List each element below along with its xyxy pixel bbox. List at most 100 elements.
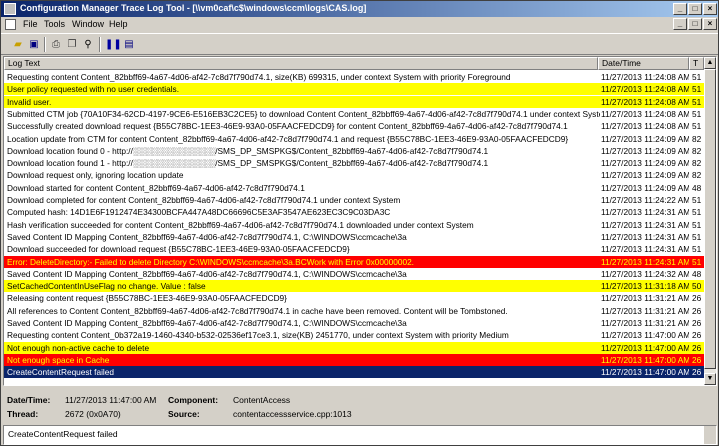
thread-cell: 51	[692, 72, 702, 82]
mdi-minimize-button[interactable]: _	[673, 18, 687, 30]
log-row[interactable]: Requesting content Content_0b372a19-1460…	[4, 329, 704, 341]
column-header-log-text[interactable]: Log Text	[4, 57, 598, 70]
scroll-up-icon[interactable]: ▲	[704, 57, 716, 69]
datetime-cell: 11/27/2013 11:24:08 AM	[601, 108, 689, 119]
log-text-cell: Successfully created download request {B…	[7, 121, 568, 132]
print-icon[interactable]: ⎙	[49, 38, 63, 51]
main-window: Configuration Manager Trace Log Tool - […	[0, 0, 719, 446]
log-row[interactable]: All references to Content Content_82bbff…	[4, 305, 704, 317]
log-text-cell: Requesting content Content_82bbff69-4a67…	[7, 72, 511, 82]
thread-cell: 48	[692, 182, 702, 193]
menu-window[interactable]: Window	[72, 19, 104, 29]
log-text-cell: CreateContentRequest failed	[7, 367, 115, 378]
scroll-thumb[interactable]	[704, 69, 716, 369]
datetime-cell: 11/27/2013 11:31:21 AM	[601, 305, 689, 316]
pause-icon[interactable]: ❚❚	[105, 38, 122, 51]
log-list[interactable]: Log Text Date/Time T Requesting content …	[3, 56, 717, 386]
column-header-thread[interactable]: T	[689, 57, 704, 70]
datetime-cell: 11/27/2013 11:47:00 AM	[601, 330, 689, 341]
log-row[interactable]: SetCachedContentInUseFlag no change. Val…	[4, 280, 704, 293]
log-row[interactable]: Saved Content ID Mapping Content_82bbff6…	[4, 317, 704, 329]
log-row[interactable]: Download location found 0 - http://░░░░░…	[4, 145, 704, 157]
log-row[interactable]: Hash verification succeeded for content …	[4, 219, 704, 231]
log-row[interactable]: Location update from CTM for content Con…	[4, 133, 704, 145]
log-text-cell: Download succeeded for download request …	[7, 244, 350, 255]
log-row[interactable]: CreateContentRequest failed 11/27/2013 11…	[4, 366, 704, 379]
menu-help[interactable]: Help	[109, 19, 128, 29]
find-icon[interactable]: ⚲	[81, 38, 95, 51]
log-row[interactable]: Download request only, ignoring location…	[4, 169, 704, 181]
thread-cell: 26	[692, 342, 702, 353]
log-text-cell: All references to Content Content_82bbff…	[7, 305, 508, 316]
datetime-cell: 11/27/2013 11:24:09 AM	[601, 133, 689, 144]
log-row[interactable]: Requesting content Content_82bbff69-4a67…	[4, 71, 704, 83]
thread-cell: 51	[692, 108, 702, 119]
log-row[interactable]: Computed hash: 14D1E6F1912474E34300BCFA4…	[4, 206, 704, 218]
message-text: CreateContentRequest failed	[8, 429, 118, 439]
log-row[interactable]: Saved Content ID Mapping Content_82bbff6…	[4, 231, 704, 243]
close-button[interactable]: ×	[703, 3, 717, 15]
scroll-down-icon[interactable]: ▼	[704, 373, 716, 385]
datetime-cell: 11/27/2013 11:47:00 AM	[601, 354, 689, 365]
datetime-cell: 11/27/2013 11:47:00 AM	[601, 367, 689, 378]
component-value: ContentAccess	[233, 395, 291, 405]
menu-file[interactable]: File	[23, 19, 38, 29]
document-icon[interactable]	[5, 19, 16, 30]
log-text-cell: Computed hash: 14D1E6F1912474E34300BCFA4…	[7, 207, 391, 218]
datetime-cell: 11/27/2013 11:24:31 AM	[601, 207, 689, 218]
datetime-cell: 11/27/2013 11:24:09 AM	[601, 145, 689, 156]
details-panel: Date/Time: 11/27/2013 11:47:00 AM Compon…	[3, 389, 717, 423]
thread-cell: 26	[692, 367, 702, 378]
thread-cell: 51	[692, 244, 702, 255]
log-row[interactable]: Invalid user. 11/27/2013 11:24:08 AM 51	[4, 95, 704, 108]
log-text-cell: Saved Content ID Mapping Content_82bbff6…	[7, 231, 407, 242]
menu-tools[interactable]: Tools	[44, 19, 65, 29]
log-row[interactable]: Releasing content request {B55C78BC-1EE3…	[4, 292, 704, 304]
vertical-scrollbar[interactable]: ▲ ▼	[704, 57, 716, 385]
datetime-cell: 11/27/2013 11:24:09 AM	[601, 158, 689, 169]
open-icon[interactable]: ▰	[11, 38, 25, 51]
log-text-cell: Hash verification succeeded for content …	[7, 219, 474, 230]
datetime-cell: 11/27/2013 11:24:08 AM	[601, 96, 689, 107]
datetime-cell: 11/27/2013 11:31:21 AM	[601, 293, 689, 304]
log-text-cell: Download location found 0 - http://░░░░░…	[7, 145, 489, 156]
column-header-datetime[interactable]: Date/Time	[598, 57, 689, 70]
log-text-cell: Download request only, ignoring location…	[7, 170, 184, 181]
datetime-cell: 11/27/2013 11:31:18 AM	[601, 281, 689, 292]
log-row[interactable]: Download succeeded for download request …	[4, 243, 704, 255]
log-row[interactable]: Not enough space in Cache 11/27/2013 11:4…	[4, 353, 704, 366]
mdi-close-button[interactable]: ×	[703, 18, 717, 30]
mdi-restore-button[interactable]: □	[688, 18, 702, 30]
log-text-cell: Submitted CTM job {70A10F34-62CD-4197-9C…	[7, 108, 600, 119]
log-row[interactable]: Successfully created download request {B…	[4, 120, 704, 132]
message-scrollbar[interactable]	[704, 426, 716, 444]
thread-cell: 48	[692, 268, 702, 279]
toolbar: ▰ ▣ ⎙ ❐ ⚲ ❚❚ ▤	[1, 33, 718, 55]
app-icon	[4, 3, 16, 15]
log-row[interactable]: User policy requested with no user crede…	[4, 83, 704, 96]
copy-icon[interactable]: ❐	[65, 38, 79, 51]
log-row[interactable]: Download started for content Content_82b…	[4, 182, 704, 194]
menu-bar: File Tools Window Help _ □ ×	[1, 17, 718, 32]
datetime-cell: 11/27/2013 11:24:32 AM	[601, 268, 689, 279]
highlight-icon[interactable]: ▤	[122, 38, 136, 51]
log-row[interactable]: Error: DeleteDirectory:- Failed to delet…	[4, 255, 704, 268]
log-text-cell: Location update from CTM for content Con…	[7, 133, 569, 144]
log-row[interactable]: Not enough non-active cache to delete 11/…	[4, 341, 704, 354]
save-icon[interactable]: ▣	[27, 38, 41, 51]
log-row[interactable]: Saved Content ID Mapping Content_82bbff6…	[4, 268, 704, 280]
thread-cell: 82	[692, 170, 702, 181]
maximize-button[interactable]: □	[688, 3, 702, 15]
datetime-cell: 11/27/2013 11:24:31 AM	[601, 231, 689, 242]
datetime-cell: 11/27/2013 11:47:00 AM	[601, 342, 689, 353]
message-box[interactable]: CreateContentRequest failed	[3, 425, 717, 445]
log-text-cell: Download completed for content Content_8…	[7, 195, 401, 205]
log-row[interactable]: Download location found 1 - http://░░░░░…	[4, 157, 704, 169]
log-row[interactable]: Submitted CTM job {70A10F34-62CD-4197-9C…	[4, 108, 704, 120]
log-row[interactable]: Download completed for content Content_8…	[4, 194, 704, 206]
thread-cell: 51	[692, 195, 702, 205]
thread-cell: 51	[692, 219, 702, 230]
minimize-button[interactable]: _	[673, 3, 687, 15]
log-text-cell: Not enough non-active cache to delete	[7, 342, 150, 353]
log-text-cell: Download started for content Content_82b…	[7, 182, 305, 193]
